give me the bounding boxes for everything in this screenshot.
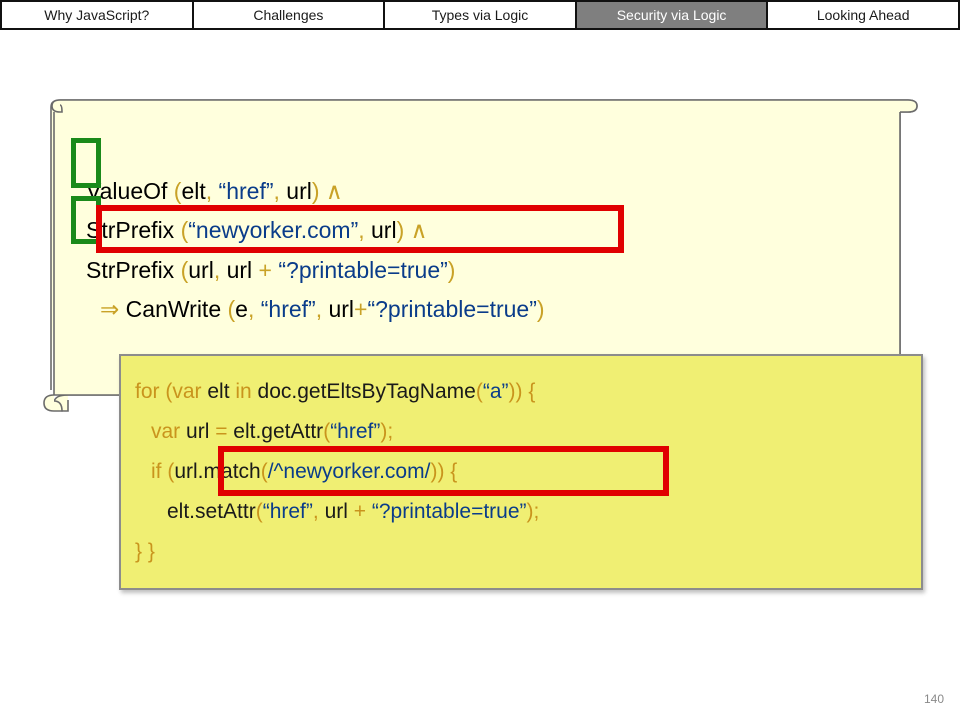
method-call: elt.getAttr [233,420,324,443]
page-number: 140 [923,692,944,706]
top-nav: Why JavaScript? Challenges Types via Log… [0,0,960,30]
code-line-setattr: elt.setAttr(“href”, url + “?printable=tr… [167,500,539,524]
tab-types-via-logic[interactable]: Types via Logic [385,2,577,28]
string-arg: “?printable=true” [278,257,448,283]
string-literal: “a” [482,380,509,403]
logic-highlight-box [96,205,624,253]
arg: elt [181,178,206,204]
string-arg: “href” [260,296,316,322]
string-arg: “href” [218,178,274,204]
paren: ); [380,420,394,443]
identifier: url [186,420,210,443]
logic-line-strprefix-url: StrPrefix (url, url + “?printable=true”) [86,257,455,283]
operator: + [347,500,372,523]
method-call: doc.getEltsByTagName [257,380,476,403]
arg: url [286,178,312,204]
tab-security-via-logic[interactable]: Security via Logic [576,2,769,28]
paren: ( [221,296,236,322]
method-call: elt.setAttr [167,500,256,523]
predicate-name: StrPrefix [86,257,175,283]
paren: ( [174,257,189,283]
code-line-for: for (var elt in doc.getEltsByTagName(“a”… [135,380,535,404]
predicate-name: CanWrite [119,296,222,322]
tab-challenges[interactable]: Challenges [194,2,386,28]
comma: , [273,178,287,204]
identifier: url. [174,460,204,483]
comma: , [205,178,219,204]
string-arg: “?printable=true” [367,296,537,322]
and-symbol: ∧ [325,178,343,204]
paren: ) [311,178,326,204]
tab-why-javascript[interactable]: Why JavaScript? [2,2,194,28]
paren: ( [475,380,483,403]
paren: ( [167,178,182,204]
keyword: var [151,420,187,443]
identifier: elt [207,380,230,403]
code-highlight-box [218,446,669,496]
keyword: in [229,380,258,403]
string-literal: “href” [262,500,313,523]
string-literal: “?printable=true” [371,500,527,523]
keyword: for (var [135,380,208,403]
slide: Why JavaScript? Challenges Types via Log… [0,0,960,720]
arg: e [235,296,248,322]
keyword: if ( [151,460,175,483]
tab-looking-ahead[interactable]: Looking Ahead [768,2,958,28]
paren: ); [526,500,540,523]
comma: , [247,296,261,322]
comma: , [213,257,227,283]
plus: + [252,257,279,283]
paren: )) { [508,380,536,403]
string-literal: “href” [330,420,381,443]
plus: + [354,296,368,322]
identifier: url [324,500,348,523]
paren: ( [255,500,263,523]
paren: ) [447,257,456,283]
operator: = [209,420,234,443]
code-line-var: var url = elt.getAttr(“href”); [151,420,393,444]
arg: url [328,296,355,322]
arg: url [226,257,253,283]
paren: ) [536,296,545,322]
comma: , [315,296,329,322]
logic-line-value-of: ValueOf (elt, “href”, url) ∧ [86,178,343,204]
check-box-icon [71,138,101,188]
comma: , [312,500,325,523]
logic-line-canwrite: ⇒ CanWrite (e, “href”, url+“?printable=t… [100,296,545,322]
implies-symbol: ⇒ [100,296,120,322]
code-line-close: } } [135,540,155,563]
arg: url [188,257,214,283]
